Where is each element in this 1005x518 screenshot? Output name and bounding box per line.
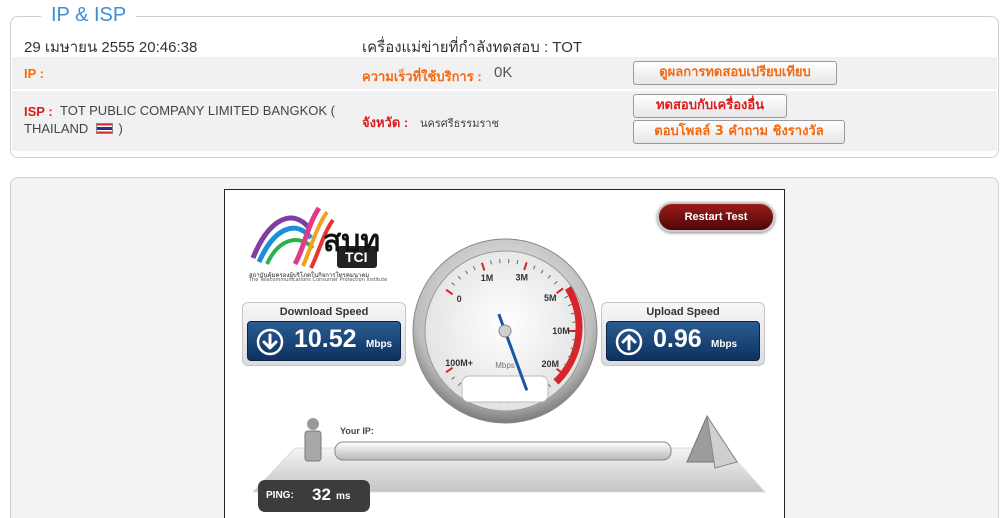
download-speed-title: Download Speed: [279, 306, 369, 318]
upload-speed-value: 0.96: [653, 325, 702, 353]
compare-results-button[interactable]: ดูผลการทดสอบเปรียบเทียบ: [633, 61, 837, 85]
user-figure-icon: [304, 418, 322, 462]
isp-country: THAILAND ): [24, 121, 123, 136]
thailand-flag-icon: [95, 123, 113, 134]
info-row-datetime: 29 เมษายน 2555 20:46:38 เครื่องแม่ข่ายที…: [12, 31, 997, 57]
upload-speed-display: 0.96 Mbps: [606, 321, 760, 361]
test-datetime: 29 เมษายน 2555 20:46:38: [24, 39, 198, 56]
restart-test-button[interactable]: Restart Test: [657, 202, 775, 232]
isp-country-close: ): [118, 121, 123, 136]
tci-logo-caption-en: The Telecommunications Consumer Protecti…: [249, 277, 388, 283]
download-speed-unit: Mbps: [366, 339, 393, 350]
upload-speed-unit: Mbps: [711, 339, 738, 350]
province-value: นครศรีธรรมราช: [420, 118, 500, 130]
download-speed-value: 10.52: [294, 325, 357, 353]
ping-unit: ms: [336, 491, 351, 502]
isp-value: TOT PUBLIC COMPANY LIMITED BANGKOK (: [60, 103, 335, 118]
poll-quiz-button[interactable]: ตอบโพลล์ 3 คำถาม ชิงรางวัล: [633, 120, 845, 144]
gauge-label: 10M: [552, 326, 570, 336]
download-speed-display: 10.52 Mbps: [247, 321, 401, 361]
gauge-label: 1M: [481, 273, 494, 283]
ping-label: PING:: [266, 490, 294, 501]
isp-country-name: THAILAND: [24, 121, 89, 136]
gauge-tick: [516, 260, 519, 265]
ip-label: IP :: [24, 66, 44, 81]
speed-test-stage: สบท TCI สถาบันคุ้มครองผู้บริโภคในกิจการโ…: [224, 189, 785, 518]
download-speed-box: Download Speed 10.52 Mbps: [242, 302, 406, 366]
province-label: จังหวัด :: [362, 115, 409, 130]
test-other-server-button[interactable]: ทดสอบกับเครื่องอื่น: [633, 94, 787, 118]
service-speed-label: ความเร็วที่ใช้บริการ :: [362, 69, 482, 84]
tci-logo-sub: TCI: [345, 249, 368, 265]
upload-speed-box: Upload Speed 0.96 Mbps: [601, 302, 765, 366]
your-ip-label: Your IP:: [340, 426, 374, 436]
gauge-label: 5M: [544, 293, 557, 303]
upload-arrow-icon: [615, 328, 643, 356]
gauge-hub: [498, 324, 512, 338]
ping-value: 32: [312, 485, 331, 504]
ping-box: PING: 32 ms: [258, 480, 370, 512]
gauge-tick: [572, 321, 577, 323]
tci-logo: สบท TCI สถาบันคุ้มครองผู้บริโภคในกิจการโ…: [249, 198, 387, 284]
speed-gauge: 01M3M5M10M20M30M50M100M+ Mbps: [412, 238, 598, 424]
gauge-label: 100M+: [445, 358, 473, 368]
gauge-tick: [572, 339, 577, 341]
panel-legend: IP & ISP: [41, 4, 137, 27]
download-arrow-icon: [256, 328, 284, 356]
ip-track-bar: [334, 441, 672, 461]
gauge-unit: Mbps: [495, 361, 515, 370]
gauge-label: 20M: [541, 359, 559, 369]
info-row-ip: IP : ความเร็วที่ใช้บริการ : 0K ดูผลการทด…: [12, 57, 997, 89]
upload-speed-title: Upload Speed: [646, 306, 720, 318]
isp-label: ISP :: [24, 104, 53, 119]
test-server: เครื่องแม่ข่ายที่กำลังทดสอบ : TOT: [362, 39, 583, 56]
gauge-label: 0: [457, 294, 462, 304]
service-speed-value: 0K: [494, 64, 513, 81]
info-row-isp: ISP : TOT PUBLIC COMPANY LIMITED BANGKOK…: [12, 89, 997, 151]
ip-isp-panel: IP & ISP 29 เมษายน 2555 20:46:38 เครื่อง…: [10, 4, 999, 158]
gauge-readout-box: [461, 375, 549, 403]
gauge-label: 3M: [516, 273, 529, 283]
